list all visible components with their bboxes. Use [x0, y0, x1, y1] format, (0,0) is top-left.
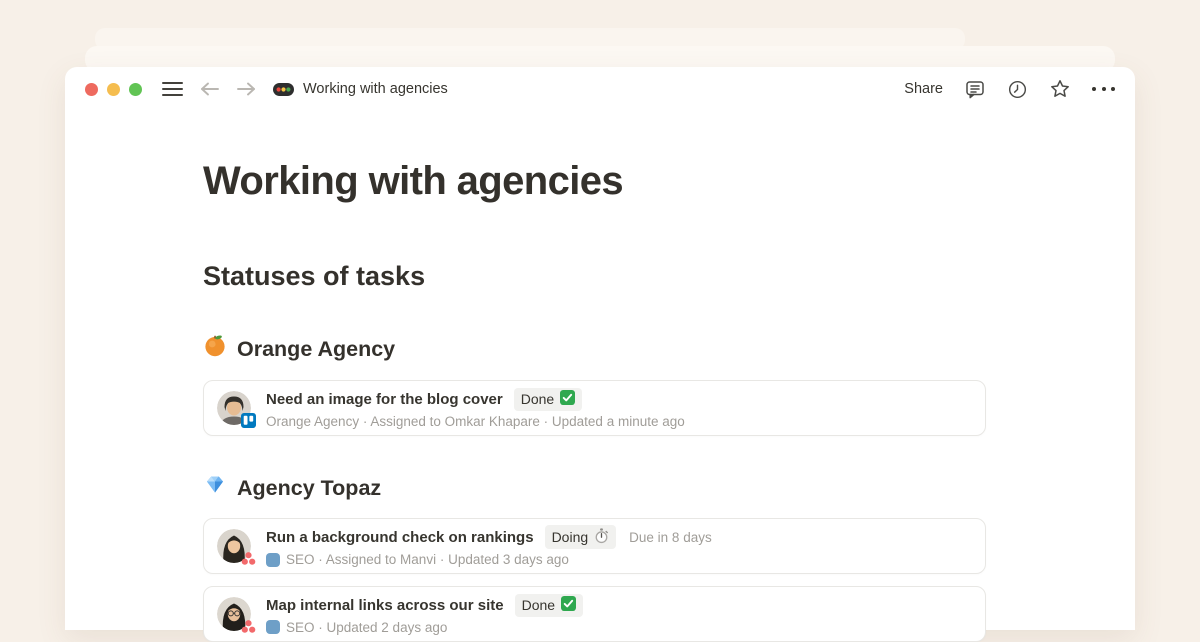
- status-label: Done: [522, 597, 555, 613]
- task-card-text: Map internal links across our site Done …: [266, 594, 583, 635]
- sidebar-menu-icon[interactable]: [162, 82, 183, 97]
- task-title: Need an image for the blog cover: [266, 391, 503, 408]
- task-meta: SEO · Assigned to Manvi · Updated 3 days…: [286, 552, 569, 567]
- due-date: Due in 8 days: [629, 530, 712, 545]
- minimize-window-button[interactable]: [107, 83, 120, 96]
- close-window-button[interactable]: [85, 83, 98, 96]
- green-check-emoji-icon: [560, 390, 575, 408]
- app-window: Working with agencies Share Working with…: [65, 67, 1135, 630]
- seo-tag-chip: [266, 553, 280, 567]
- assignee-avatar: [217, 597, 251, 631]
- section-title: Statuses of tasks: [203, 259, 995, 293]
- zoom-window-button[interactable]: [129, 83, 142, 96]
- task-card[interactable]: Map internal links across our site Done …: [203, 586, 986, 642]
- more-options-icon[interactable]: [1092, 87, 1115, 91]
- titlebar-actions: Share: [904, 78, 1115, 100]
- page-title: Working with agencies: [203, 157, 995, 205]
- titlebar: Working with agencies Share: [65, 67, 1135, 111]
- page-content: Working with agencies Statuses of tasks …: [65, 157, 995, 642]
- favorite-star-icon[interactable]: [1049, 78, 1071, 100]
- task-title: Run a background check on rankings: [266, 529, 534, 546]
- forward-arrow-icon[interactable]: [236, 81, 257, 97]
- comments-icon[interactable]: [964, 78, 986, 100]
- task-meta: SEO · Updated 2 days ago: [286, 620, 447, 635]
- status-badge: Done: [515, 594, 583, 617]
- back-arrow-icon[interactable]: [199, 81, 220, 97]
- task-title: Map internal links across our site: [266, 597, 504, 614]
- stopwatch-emoji-icon: [594, 528, 609, 547]
- group-heading-orange-agency: Orange Agency: [203, 333, 995, 364]
- seo-tag-chip: [266, 620, 280, 634]
- traffic-light-page-icon: [273, 83, 294, 96]
- assignee-avatar: [217, 391, 251, 425]
- window-controls: [85, 83, 142, 96]
- group-heading-agency-topaz: Agency Topaz: [203, 472, 995, 503]
- status-badge: Done: [514, 388, 582, 411]
- asana-source-icon: [241, 619, 256, 634]
- tangerine-emoji-icon: [203, 333, 227, 364]
- gem-emoji-icon: [203, 472, 227, 503]
- updates-clock-icon[interactable]: [1007, 79, 1028, 100]
- task-card-text: Run a background check on rankings Doing…: [266, 525, 712, 567]
- group-name: Agency Topaz: [237, 474, 381, 502]
- task-card[interactable]: Need an image for the blog cover Done Or…: [203, 380, 986, 436]
- share-button[interactable]: Share: [904, 81, 943, 97]
- green-check-emoji-icon: [561, 596, 576, 614]
- trello-source-icon: [241, 413, 256, 428]
- task-card[interactable]: Run a background check on rankings Doing…: [203, 518, 986, 574]
- status-badge: Doing: [545, 525, 617, 549]
- asana-source-icon: [241, 551, 256, 566]
- assignee-avatar: [217, 529, 251, 563]
- status-label: Done: [521, 391, 554, 407]
- group-name: Orange Agency: [237, 335, 395, 363]
- breadcrumb-page-title[interactable]: Working with agencies: [303, 81, 448, 97]
- status-label: Doing: [552, 529, 589, 545]
- task-card-text: Need an image for the blog cover Done Or…: [266, 388, 685, 429]
- task-meta: Orange Agency · Assigned to Omkar Khapar…: [266, 414, 685, 429]
